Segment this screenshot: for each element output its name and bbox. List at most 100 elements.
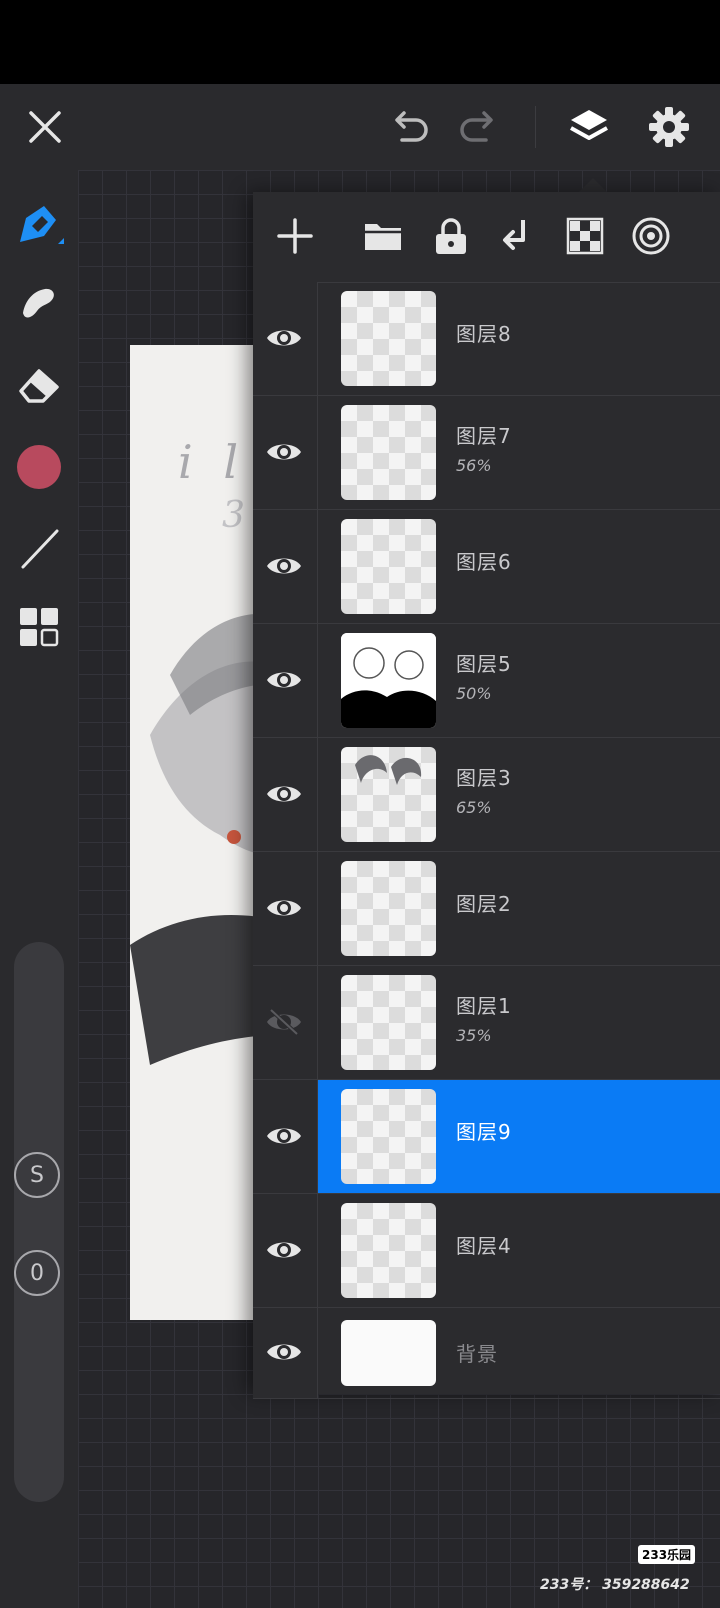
layer-name: 背景 bbox=[456, 1342, 498, 1366]
layer-thumbnail bbox=[341, 1203, 436, 1298]
layer-name: 图层9 bbox=[456, 1120, 512, 1144]
layer-name: 图层6 bbox=[456, 550, 512, 574]
watermark-text: 233号： 359288642 bbox=[540, 1577, 690, 1593]
eye-icon bbox=[267, 1344, 301, 1360]
thumbnail-figures bbox=[341, 633, 436, 728]
materials-tool-button[interactable] bbox=[14, 602, 64, 652]
visibility-toggle[interactable] bbox=[253, 1080, 318, 1193]
watermark-logo: 233乐园 bbox=[638, 1545, 696, 1564]
zero-button[interactable]: 0 bbox=[14, 1250, 60, 1296]
layer-thumbnail bbox=[341, 405, 436, 500]
layer-thumbnail bbox=[341, 747, 436, 842]
layer-row[interactable]: 图层5 50% bbox=[253, 624, 720, 738]
layer-thumbnail bbox=[341, 519, 436, 614]
layer-thumbnail bbox=[341, 861, 436, 956]
layer-thumbnail bbox=[341, 1089, 436, 1184]
brush-size-slider[interactable] bbox=[14, 942, 64, 1502]
visibility-toggle[interactable] bbox=[253, 282, 318, 395]
pen-tool-button[interactable] bbox=[14, 200, 64, 250]
smudge-icon bbox=[23, 288, 54, 318]
visibility-toggle[interactable] bbox=[253, 966, 318, 1079]
clipping-button[interactable] bbox=[629, 214, 673, 258]
undo-button[interactable] bbox=[386, 104, 432, 150]
smudge-tool-button[interactable] bbox=[14, 276, 64, 326]
layer-row[interactable]: 图层3 65% bbox=[253, 738, 720, 852]
layer-thumbnail bbox=[341, 291, 436, 386]
layer-row[interactable]: 图层4 bbox=[253, 1194, 720, 1308]
eye-icon bbox=[267, 900, 301, 916]
layer-name: 图层3 bbox=[456, 766, 512, 790]
layer-name: 图层2 bbox=[456, 892, 512, 916]
plus-icon bbox=[277, 218, 313, 254]
close-icon bbox=[29, 111, 61, 143]
layer-opacity: 56% bbox=[456, 456, 492, 475]
layer-thumbnail bbox=[341, 633, 436, 728]
settings-button[interactable] bbox=[646, 104, 692, 150]
layer-row[interactable]: 图层6 bbox=[253, 510, 720, 624]
layer-row-selected[interactable]: 图层9 bbox=[253, 1080, 720, 1194]
pen-icon bbox=[20, 206, 64, 244]
status-bar bbox=[0, 0, 720, 84]
visibility-toggle[interactable] bbox=[253, 852, 318, 965]
lock-layer-button[interactable] bbox=[429, 214, 473, 258]
layer-opacity: 50% bbox=[456, 684, 492, 703]
merge-down-icon bbox=[503, 220, 525, 250]
layer-panel: 图层8 图层7 56% 图层6 图层5 50% 图层3 65% 图层2 图层1 … bbox=[253, 192, 720, 1399]
visibility-toggle[interactable] bbox=[253, 624, 318, 737]
layer-row[interactable]: 图层7 56% bbox=[253, 396, 720, 510]
thumbnail-hair bbox=[355, 755, 422, 785]
eraser-icon bbox=[19, 369, 59, 403]
layer-opacity: 35% bbox=[456, 1026, 492, 1045]
eraser-tool-button[interactable] bbox=[14, 360, 64, 410]
lock-icon bbox=[436, 218, 466, 254]
visibility-toggle[interactable] bbox=[253, 396, 318, 509]
visibility-toggle[interactable] bbox=[253, 1194, 318, 1307]
layer-name: 图层7 bbox=[456, 424, 512, 448]
target-icon bbox=[632, 217, 670, 255]
color-swatch-button[interactable] bbox=[14, 442, 64, 492]
toolbar-divider bbox=[535, 106, 536, 148]
left-toolbar: S 0 bbox=[0, 170, 78, 1608]
visibility-toggle[interactable] bbox=[253, 1308, 318, 1398]
eye-icon bbox=[267, 1128, 301, 1144]
visibility-toggle[interactable] bbox=[253, 510, 318, 623]
layer-name: 图层1 bbox=[456, 994, 512, 1018]
transparency-lock-button[interactable] bbox=[563, 214, 607, 258]
layer-panel-toolbar bbox=[253, 192, 720, 283]
line-tool-button[interactable] bbox=[14, 524, 64, 574]
panel-pointer bbox=[579, 178, 607, 192]
visibility-toggle[interactable] bbox=[253, 738, 318, 851]
redo-icon bbox=[460, 111, 493, 142]
layer-thumbnail bbox=[341, 975, 436, 1070]
layer-name: 图层8 bbox=[456, 322, 512, 346]
grid-icon bbox=[20, 608, 59, 647]
s-button[interactable]: S bbox=[14, 1152, 60, 1198]
current-color-swatch bbox=[17, 445, 61, 489]
redo-button[interactable] bbox=[456, 104, 502, 150]
top-toolbar bbox=[0, 84, 720, 170]
folder-icon bbox=[365, 224, 401, 250]
layer-opacity: 65% bbox=[456, 798, 492, 817]
line-icon bbox=[21, 529, 59, 569]
layer-name: 图层4 bbox=[456, 1234, 512, 1258]
layers-icon bbox=[570, 110, 608, 140]
layer-thumbnail bbox=[341, 1320, 436, 1386]
undo-icon bbox=[395, 111, 428, 142]
eye-icon bbox=[267, 786, 301, 802]
layer-name: 图层5 bbox=[456, 652, 512, 676]
layer-row[interactable]: 图层2 bbox=[253, 852, 720, 966]
layer-row[interactable]: 图层1 35% bbox=[253, 966, 720, 1080]
folder-button[interactable] bbox=[361, 214, 405, 258]
eye-icon bbox=[267, 444, 301, 460]
gear-icon bbox=[649, 107, 689, 147]
layer-list: 图层8 图层7 56% 图层6 图层5 50% 图层3 65% 图层2 图层1 … bbox=[253, 282, 720, 1399]
close-button[interactable] bbox=[22, 104, 68, 150]
add-layer-button[interactable] bbox=[273, 214, 317, 258]
eye-icon bbox=[267, 672, 301, 688]
eye-icon bbox=[267, 558, 301, 574]
layer-row[interactable]: 图层8 bbox=[253, 282, 720, 396]
checkerboard-icon bbox=[566, 217, 604, 255]
layers-button[interactable] bbox=[566, 104, 612, 150]
layer-row-background[interactable]: 背景 bbox=[253, 1308, 720, 1399]
merge-down-button[interactable] bbox=[495, 214, 539, 258]
